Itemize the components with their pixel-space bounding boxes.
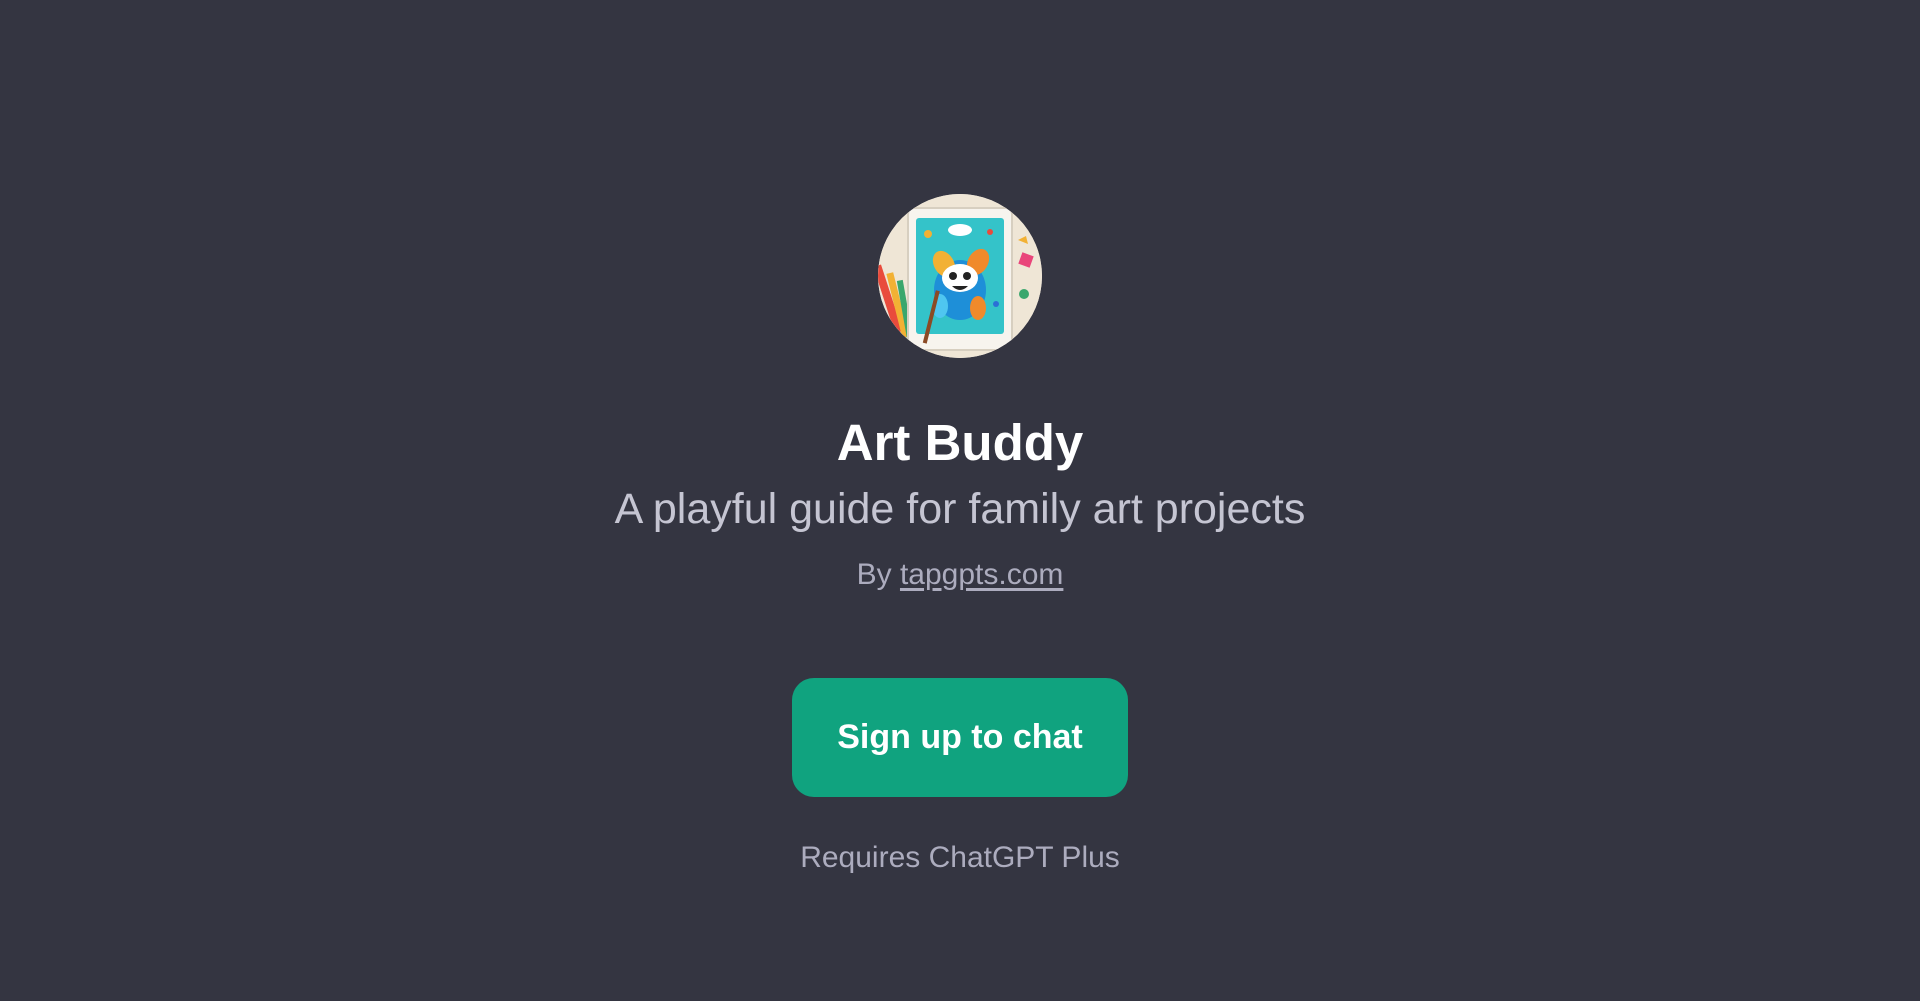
cartoon-art-character-icon	[878, 194, 1042, 358]
author-link[interactable]: tapgpts.com	[900, 558, 1063, 591]
gpt-title: Art Buddy	[836, 414, 1084, 471]
gpt-landing-page: Art Buddy A playful guide for family art…	[0, 0, 1920, 1001]
requirement-note: Requires ChatGPT Plus	[800, 841, 1120, 874]
by-prefix: By	[856, 558, 892, 591]
gpt-description: A playful guide for family art projects	[614, 485, 1306, 533]
author-byline: By tapgpts.com	[0, 555, 1920, 595]
sign-up-to-chat-button[interactable]: Sign up to chat	[792, 678, 1128, 797]
gpt-avatar	[878, 194, 1042, 358]
